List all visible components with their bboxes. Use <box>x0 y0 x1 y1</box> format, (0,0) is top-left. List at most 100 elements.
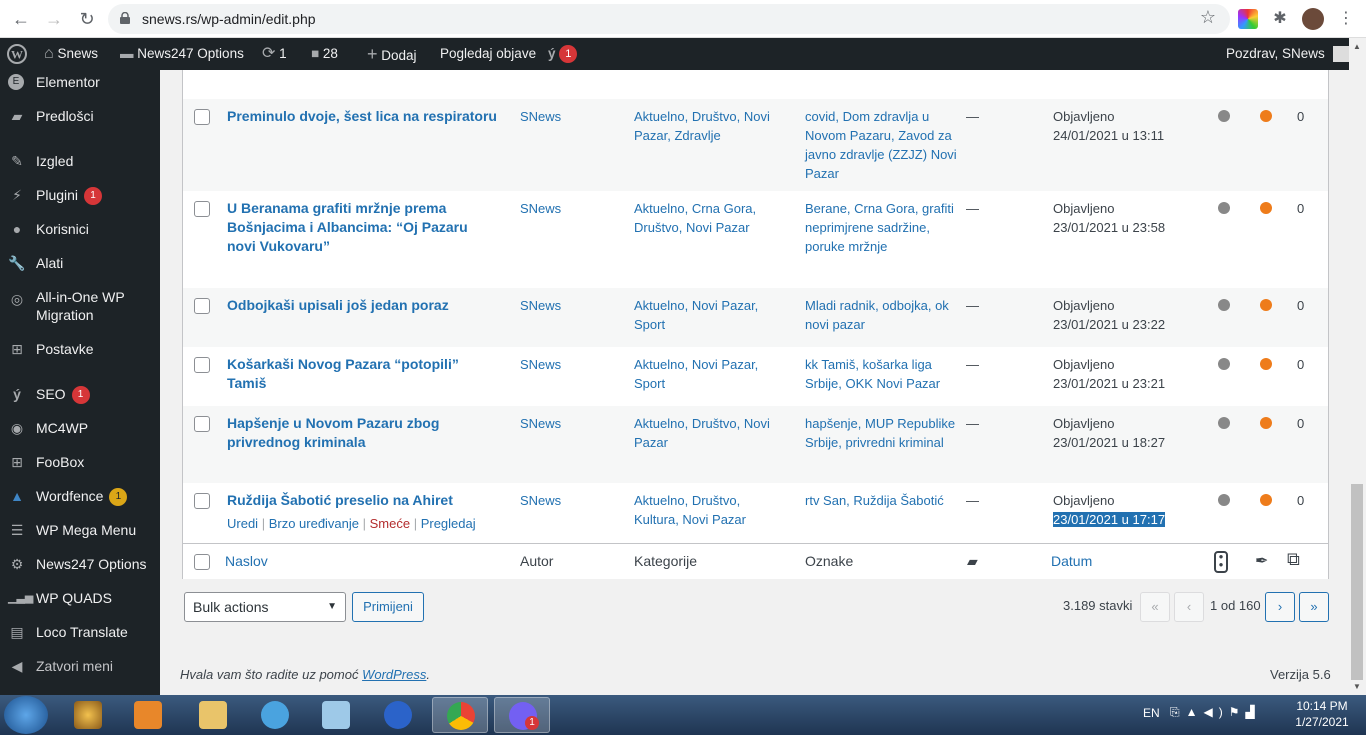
next-page-button[interactable]: › <box>1265 592 1295 622</box>
sidebar-item-foobox[interactable]: ⊞ FooBox <box>0 445 160 479</box>
view-posts-link[interactable]: Pogledaj objave <box>440 38 536 70</box>
forward-icon[interactable]: → <box>43 8 65 30</box>
sidebar-item-migration[interactable]: ◎ All-in-One WP Migration <box>0 288 160 324</box>
updates-link[interactable]: ⟳ 1 <box>262 38 287 70</box>
tray-icons[interactable]: ⎘▲◀)⚑▟ <box>1170 705 1261 720</box>
post-title-link[interactable]: Ruždija Šabotić preselio na Ahiret <box>227 491 497 510</box>
extension-icon[interactable] <box>1238 9 1258 29</box>
post-title-link[interactable]: Hapšenje u Novom Pazaru zbog privrednog … <box>227 414 497 452</box>
sidebar-item-seo[interactable]: ý SEO 1 <box>0 377 160 411</box>
post-author-link[interactable]: SNews <box>520 199 561 218</box>
sidebar-item-plugins[interactable]: ⚡ Plugini 1 <box>0 178 160 212</box>
seo-score-dot <box>1218 494 1230 506</box>
trash-link[interactable]: Smeće <box>370 516 410 531</box>
links-column-icon[interactable]: ⧉ <box>1287 550 1300 569</box>
comment-column-icon[interactable]: ▰ <box>967 552 978 571</box>
back-icon[interactable]: ← <box>10 8 32 30</box>
taskbar-app-player[interactable] <box>120 697 176 733</box>
sidebar-item-users[interactable]: ● Korisnici <box>0 212 160 246</box>
edit-link[interactable]: Uredi <box>227 516 258 531</box>
taskbar-app-explorer[interactable] <box>185 697 241 733</box>
bookmark-star-icon[interactable]: ☆ <box>1200 7 1216 28</box>
bulk-actions-select[interactable]: Bulk actions ▼ <box>184 592 346 622</box>
sidebar-item-settings[interactable]: ⊞ Postavke <box>0 332 160 366</box>
clock[interactable]: 10:14 PM 1/27/2021 <box>1292 699 1352 729</box>
wordpress-link[interactable]: WordPress <box>362 667 426 682</box>
row-checkbox[interactable] <box>194 416 210 432</box>
post-title-link[interactable]: Preminulo dvoje, šest lica na respirator… <box>227 107 497 126</box>
post-author-link[interactable]: SNews <box>520 414 561 433</box>
sidebar-item-elementor[interactable]: E Elementor <box>0 65 160 99</box>
my-account-link[interactable]: Pozdrav, SNews <box>1226 38 1349 70</box>
post-categories[interactable]: Aktuelno, Novi Pazar, Sport <box>634 355 784 393</box>
sidebar-item-loco-translate[interactable]: ▤ Loco Translate <box>0 615 160 649</box>
seo-score-column-icon[interactable]: ● ● <box>1214 551 1228 573</box>
post-categories[interactable]: Aktuelno, Društvo, Novi Pazar, Zdravlje <box>634 107 784 145</box>
brush-icon: ✎ <box>11 153 23 169</box>
post-author-link[interactable]: SNews <box>520 355 561 374</box>
post-categories[interactable]: Aktuelno, Novi Pazar, Sport <box>634 296 784 334</box>
sidebar-item-appearance[interactable]: ✎ Izgled <box>0 144 160 178</box>
sidebar-item-news247-options[interactable]: ⚙ News247 Options <box>0 547 160 581</box>
post-title-link[interactable]: Košarkaši Novog Pazara “potopili” Tamiš <box>227 355 497 393</box>
readability-column-icon[interactable]: ✒ <box>1255 552 1268 571</box>
post-categories[interactable]: Aktuelno, Crna Gora, Društvo, Novi Pazar <box>634 199 784 237</box>
post-title-link[interactable]: U Beranama grafiti mržnje prema Bošnjaci… <box>227 199 497 256</box>
row-checkbox[interactable] <box>194 298 210 314</box>
profile-avatar[interactable] <box>1302 8 1324 30</box>
row-checkbox[interactable] <box>194 109 210 125</box>
sidebar-item-wordfence[interactable]: ▲ Wordfence 1 <box>0 479 160 513</box>
prev-page-button[interactable]: ‹ <box>1174 592 1204 622</box>
quick-edit-link[interactable]: Brzo uređivanje <box>269 516 359 531</box>
add-new-link[interactable]: + Dodaj <box>367 38 417 70</box>
taskbar-app-notes[interactable] <box>308 697 364 733</box>
address-bar[interactable]: snews.rs/wp-admin/edit.php ☆ <box>108 4 1230 34</box>
taskbar-app-media[interactable] <box>60 697 116 733</box>
post-categories[interactable]: Aktuelno, Društvo, Kultura, Novi Pazar <box>634 491 784 529</box>
select-all-checkbox[interactable] <box>194 554 210 570</box>
column-date-sort[interactable]: Datum <box>1051 552 1092 571</box>
taskbar-app-chrome[interactable] <box>432 697 488 733</box>
post-title-link[interactable]: Odbojkaši upisali još jedan poraz <box>227 296 497 315</box>
sidebar-item-mc4wp[interactable]: ◉ MC4WP <box>0 411 160 445</box>
comments-link[interactable]: ■ 28 <box>311 38 338 70</box>
scroll-up-icon[interactable]: ▲ <box>1353 42 1361 51</box>
post-author-link[interactable]: SNews <box>520 491 561 510</box>
post-author-link[interactable]: SNews <box>520 296 561 315</box>
post-tags[interactable]: rtv San, Ruždija Šabotić <box>805 491 960 510</box>
row-checkbox[interactable] <box>194 201 210 217</box>
post-categories[interactable]: Aktuelno, Društvo, Novi Pazar <box>634 414 784 452</box>
post-tags[interactable]: Berane, Crna Gora, grafiti neprimjrene s… <box>805 199 960 256</box>
first-page-button[interactable]: « <box>1140 592 1170 622</box>
sidebar-item-tools[interactable]: 🔧 Alati <box>0 246 160 280</box>
post-tags[interactable]: hapšenje, MUP Republike Srbije, privredn… <box>805 414 960 452</box>
row-checkbox[interactable] <box>194 493 210 509</box>
taskbar-app-audio[interactable] <box>370 697 426 733</box>
start-button[interactable] <box>4 696 48 734</box>
scrollbar-thumb[interactable] <box>1351 484 1363 680</box>
sidebar-collapse-menu[interactable]: ◀ Zatvori meni <box>0 649 160 683</box>
menu-dots-icon[interactable]: ⋮ <box>1336 9 1356 29</box>
puzzle-icon[interactable]: ✱ <box>1270 9 1290 29</box>
yoast-menu[interactable]: ý 1 <box>548 38 578 70</box>
reload-icon[interactable]: ↻ <box>76 8 98 30</box>
sidebar-item-wp-quads[interactable]: ▁▃▅ WP QUADS <box>0 581 160 615</box>
sidebar-item-templates[interactable]: ▰ Predlošci <box>0 99 160 133</box>
row-checkbox[interactable] <box>194 357 210 373</box>
last-page-button[interactable]: » <box>1299 592 1329 622</box>
apply-button[interactable]: Primijeni <box>352 592 424 622</box>
seo-badge: 1 <box>71 386 90 405</box>
taskbar-app-network[interactable] <box>247 697 303 733</box>
post-tags[interactable]: Mladi radnik, odbojka, ok novi pazar <box>805 296 960 334</box>
page-scrollbar[interactable]: ▲ ▼ <box>1349 38 1366 695</box>
taskbar-app-viber[interactable]: 1 <box>494 697 550 733</box>
post-tags[interactable]: kk Tamiš, košarka liga Srbije, OKK Novi … <box>805 355 960 393</box>
sidebar-item-mega-menu[interactable]: ☰ WP Mega Menu <box>0 513 160 547</box>
post-author-link[interactable]: SNews <box>520 107 561 126</box>
column-title-sort[interactable]: Naslov <box>225 552 268 571</box>
post-tags[interactable]: covid, Dom zdravlja u Novom Pazaru, Zavo… <box>805 107 960 183</box>
preview-link[interactable]: Pregledaj <box>421 516 476 531</box>
language-indicator[interactable]: EN <box>1143 706 1160 720</box>
windows-taskbar: 1 EN ⎘▲◀)⚑▟ 10:14 PM 1/27/2021 <box>0 695 1366 735</box>
scroll-down-icon[interactable]: ▼ <box>1353 682 1361 691</box>
